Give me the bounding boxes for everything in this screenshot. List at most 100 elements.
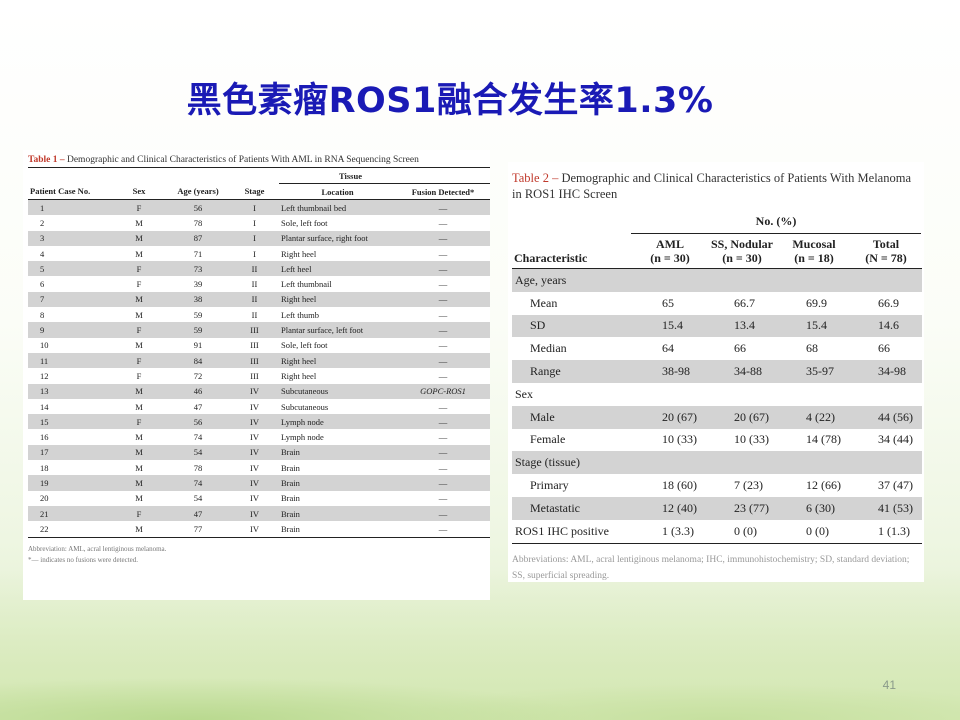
cell-case-no: 10	[40, 340, 49, 351]
cell-stage: IV	[250, 493, 259, 504]
cell-ss-nodular: 7 (23)	[733, 478, 763, 493]
cell-sex: M	[112, 291, 166, 308]
row-label: Mean	[530, 295, 558, 310]
page-number: 41	[882, 678, 896, 692]
cell-stage: IV	[250, 401, 259, 412]
cell-mucosal: 12 (66)	[806, 478, 841, 493]
table-1-footnote-abbrev: Abbreviation: AML, acral lentiginous mel…	[28, 544, 167, 553]
cell-ss-nodular: 66.7	[733, 295, 755, 310]
cell-location: Subcutaneous	[281, 401, 329, 412]
cell-age: 74	[193, 432, 203, 443]
table-1-caption: Table 1 – Demographic and Clinical Chara…	[28, 155, 490, 165]
cell-location: Right heel	[281, 370, 317, 381]
cell-stage: IV	[250, 432, 259, 443]
cell-mucosal: 0 (0)	[778, 519, 850, 544]
table-2-caption: Table 2 – Demographic and Clinical Chara…	[512, 170, 918, 202]
cell-age: 84	[166, 352, 230, 369]
cell-aml	[634, 268, 706, 292]
cell-age: 78	[193, 462, 203, 473]
cell-fusion: —	[396, 230, 490, 246]
cell-case-no: 15	[28, 414, 112, 430]
cell-fusion: —	[396, 521, 490, 538]
table-row: 14 M 47 IV Subcutaneous —	[28, 399, 490, 414]
cell-sex: M	[135, 309, 143, 320]
row-label: Female	[530, 432, 566, 447]
table-1: Tissue Patient Case No. Sex Age (years) …	[28, 167, 490, 538]
cell-total: 37 (47)	[877, 478, 913, 493]
cell-case-no: 7	[28, 291, 112, 308]
cell-age: 77	[166, 521, 230, 538]
cell-total: 41 (53)	[849, 496, 922, 520]
cell-mucosal: 4 (22)	[778, 405, 850, 429]
cell-location: Left thumbnail bed	[279, 199, 396, 216]
cell-location: Brain	[279, 475, 396, 491]
row-label: Stage (tissue)	[512, 451, 634, 475]
cell-sex: F	[112, 505, 166, 522]
table-2-caption-label: Table 2 –	[512, 171, 559, 185]
col-header-fusion: Fusion Detected*	[396, 183, 490, 200]
col-header-sex: Sex	[112, 183, 166, 200]
cell-stage: III	[250, 340, 259, 351]
cell-location: Right heel	[279, 352, 396, 369]
cell-sex: M	[112, 475, 166, 491]
cell-total: 14.6	[849, 314, 922, 338]
cell-stage: I	[253, 248, 256, 259]
cell-total: 1 (1.3)	[849, 519, 922, 544]
table-row: Metastatic 12 (40) 23 (77) 6 (30) 41 (53)	[512, 496, 922, 520]
cell-fusion: —	[396, 322, 490, 338]
cell-aml: 1 (3.3)	[634, 519, 706, 544]
cell-stage: IV	[230, 414, 279, 430]
cell-location: Left thumbnail	[281, 279, 332, 290]
cell-sex: M	[135, 432, 143, 443]
cell-case-no: 5	[28, 261, 112, 277]
table-1-caption-text: Demographic and Clinical Characteristics…	[64, 155, 419, 165]
cell-age: 87	[166, 230, 230, 246]
col-header-total: Total (N = 78)	[849, 235, 922, 269]
table-row: 15 F 56 IV Lymph node —	[28, 414, 490, 430]
cell-aml: 65	[662, 295, 674, 310]
cell-fusion: —	[396, 444, 490, 461]
cell-fusion: —	[396, 414, 490, 430]
cell-stage: IV	[230, 521, 279, 538]
cell-stage: II	[230, 291, 279, 308]
cell-sex: M	[135, 217, 143, 228]
cell-case-no: 11	[28, 352, 112, 369]
cell-total: 44 (56)	[849, 405, 922, 429]
cell-sex: M	[135, 340, 143, 351]
cell-location: Plantar surface, left foot	[279, 322, 396, 338]
cell-age: 47	[166, 505, 230, 522]
table-1-footnotes: Abbreviation: AML, acral lentiginous mel…	[28, 544, 490, 566]
table-row: 8 M 59 II Left thumb —	[28, 307, 490, 322]
cell-mucosal	[778, 268, 850, 292]
cell-fusion: —	[396, 505, 490, 522]
cell-mucosal: 69.9	[806, 295, 827, 310]
cell-sex: M	[135, 493, 143, 504]
cell-stage: I	[253, 217, 256, 228]
row-label: Age, years	[512, 268, 634, 292]
cell-fusion: —	[396, 261, 490, 277]
cell-fusion: —	[438, 462, 448, 473]
cell-aml	[634, 451, 706, 475]
cell-location: Right heel	[281, 248, 317, 259]
table-row: 11 F 84 III Right heel —	[28, 352, 490, 369]
table-row: 2 M 78 I Sole, left foot —	[28, 215, 490, 230]
col-header-ss-nodular: SS, Nodular (n = 30)	[705, 235, 778, 269]
cell-location: Lymph node	[279, 414, 396, 430]
cell-location: Plantar surface, right foot	[279, 230, 396, 246]
cell-sex: F	[112, 352, 166, 369]
cell-total: 66	[877, 341, 890, 356]
cell-sex: M	[135, 248, 143, 259]
cell-location: Brain	[281, 462, 300, 473]
table-2-caption-text: Demographic and Clinical Characteristics…	[512, 171, 911, 201]
cell-ss-nodular: 10 (33)	[733, 432, 769, 447]
table-row: 22 M 77 IV Brain —	[28, 521, 490, 538]
cell-ss-nodular: 13.4	[705, 314, 778, 338]
table-row: Primary 18 (60) 7 (23) 12 (66) 37 (47)	[512, 474, 922, 497]
cell-location: Brain	[279, 444, 396, 461]
cell-case-no: 3	[28, 230, 112, 246]
cell-fusion: —	[438, 370, 448, 381]
table-row: 7 M 38 II Right heel —	[28, 291, 490, 308]
cell-age: 47	[193, 401, 203, 412]
cell-case-no: 1	[28, 199, 112, 216]
table-row: 10 M 91 III Sole, left foot —	[28, 338, 490, 353]
